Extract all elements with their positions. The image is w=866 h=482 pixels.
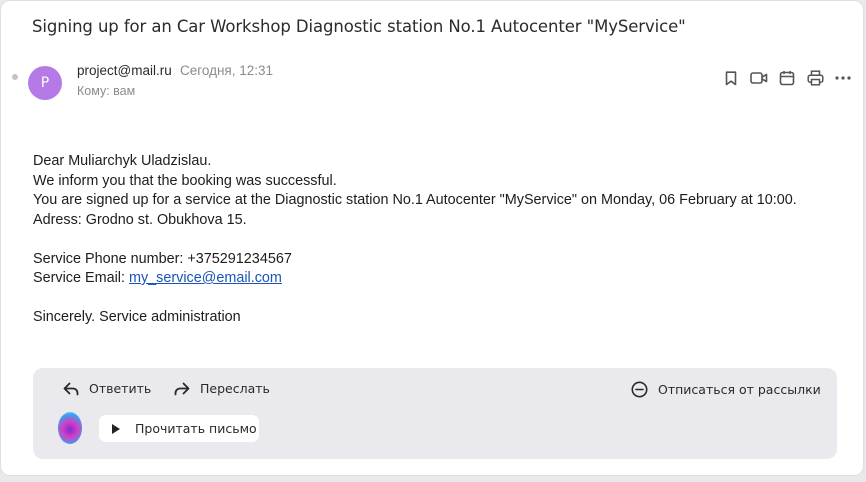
forward-label: Переслать — [200, 381, 270, 396]
avatar[interactable]: P — [28, 66, 62, 100]
unread-dot[interactable] — [12, 74, 18, 80]
recipient-line[interactable]: Кому: вам — [77, 84, 135, 98]
read-aloud-button[interactable]: Прочитать письмо — [99, 415, 259, 442]
unsubscribe-icon — [631, 381, 648, 398]
body-line: We inform you that the booking was succe… — [33, 172, 337, 189]
unsubscribe-button[interactable]: Отписаться от рассылки — [631, 381, 821, 398]
bookmark-icon[interactable] — [722, 69, 740, 87]
body-address: Adress: Grodno st. Obukhova 15. — [33, 211, 247, 228]
email-subject: Signing up for an Car Workshop Diagnosti… — [32, 17, 686, 36]
body-phone: Service Phone number: +375291234567 — [33, 250, 292, 267]
play-icon — [112, 423, 120, 434]
calendar-icon[interactable] — [778, 69, 796, 87]
video-icon[interactable] — [750, 69, 768, 87]
reply-button[interactable]: Ответить — [63, 381, 151, 396]
service-email-link[interactable]: my_service@email.com — [129, 270, 282, 286]
forward-button[interactable]: Переслать — [174, 381, 270, 396]
email-card: Signing up for an Car Workshop Diagnosti… — [0, 0, 864, 476]
reply-icon — [63, 382, 79, 395]
unsubscribe-label: Отписаться от рассылки — [658, 382, 821, 397]
more-icon[interactable] — [834, 69, 852, 87]
body-email-line: Service Email: my_service@email.com — [33, 269, 797, 289]
email-label: Service Email: — [33, 270, 129, 286]
message-toolbar — [722, 69, 862, 87]
sender-email[interactable]: project@mail.ru — [77, 63, 172, 78]
assistant-orb-icon[interactable] — [58, 412, 82, 444]
body-signoff: Sincerely. Service administration — [33, 309, 241, 325]
forward-icon — [174, 382, 190, 395]
print-icon[interactable] — [806, 69, 824, 87]
read-aloud-label: Прочитать письмо — [135, 421, 257, 436]
body-line: You are signed up for a service at the D… — [33, 192, 797, 208]
email-body: Dear Muliarchyk Uladzislau. We inform yo… — [33, 152, 797, 328]
body-greeting: Dear Muliarchyk Uladzislau. — [33, 153, 212, 169]
message-footer: Ответить Переслать Отписаться от рассылк… — [33, 368, 837, 459]
email-date: Сегодня, 12:31 — [180, 63, 274, 78]
reply-label: Ответить — [89, 381, 152, 396]
